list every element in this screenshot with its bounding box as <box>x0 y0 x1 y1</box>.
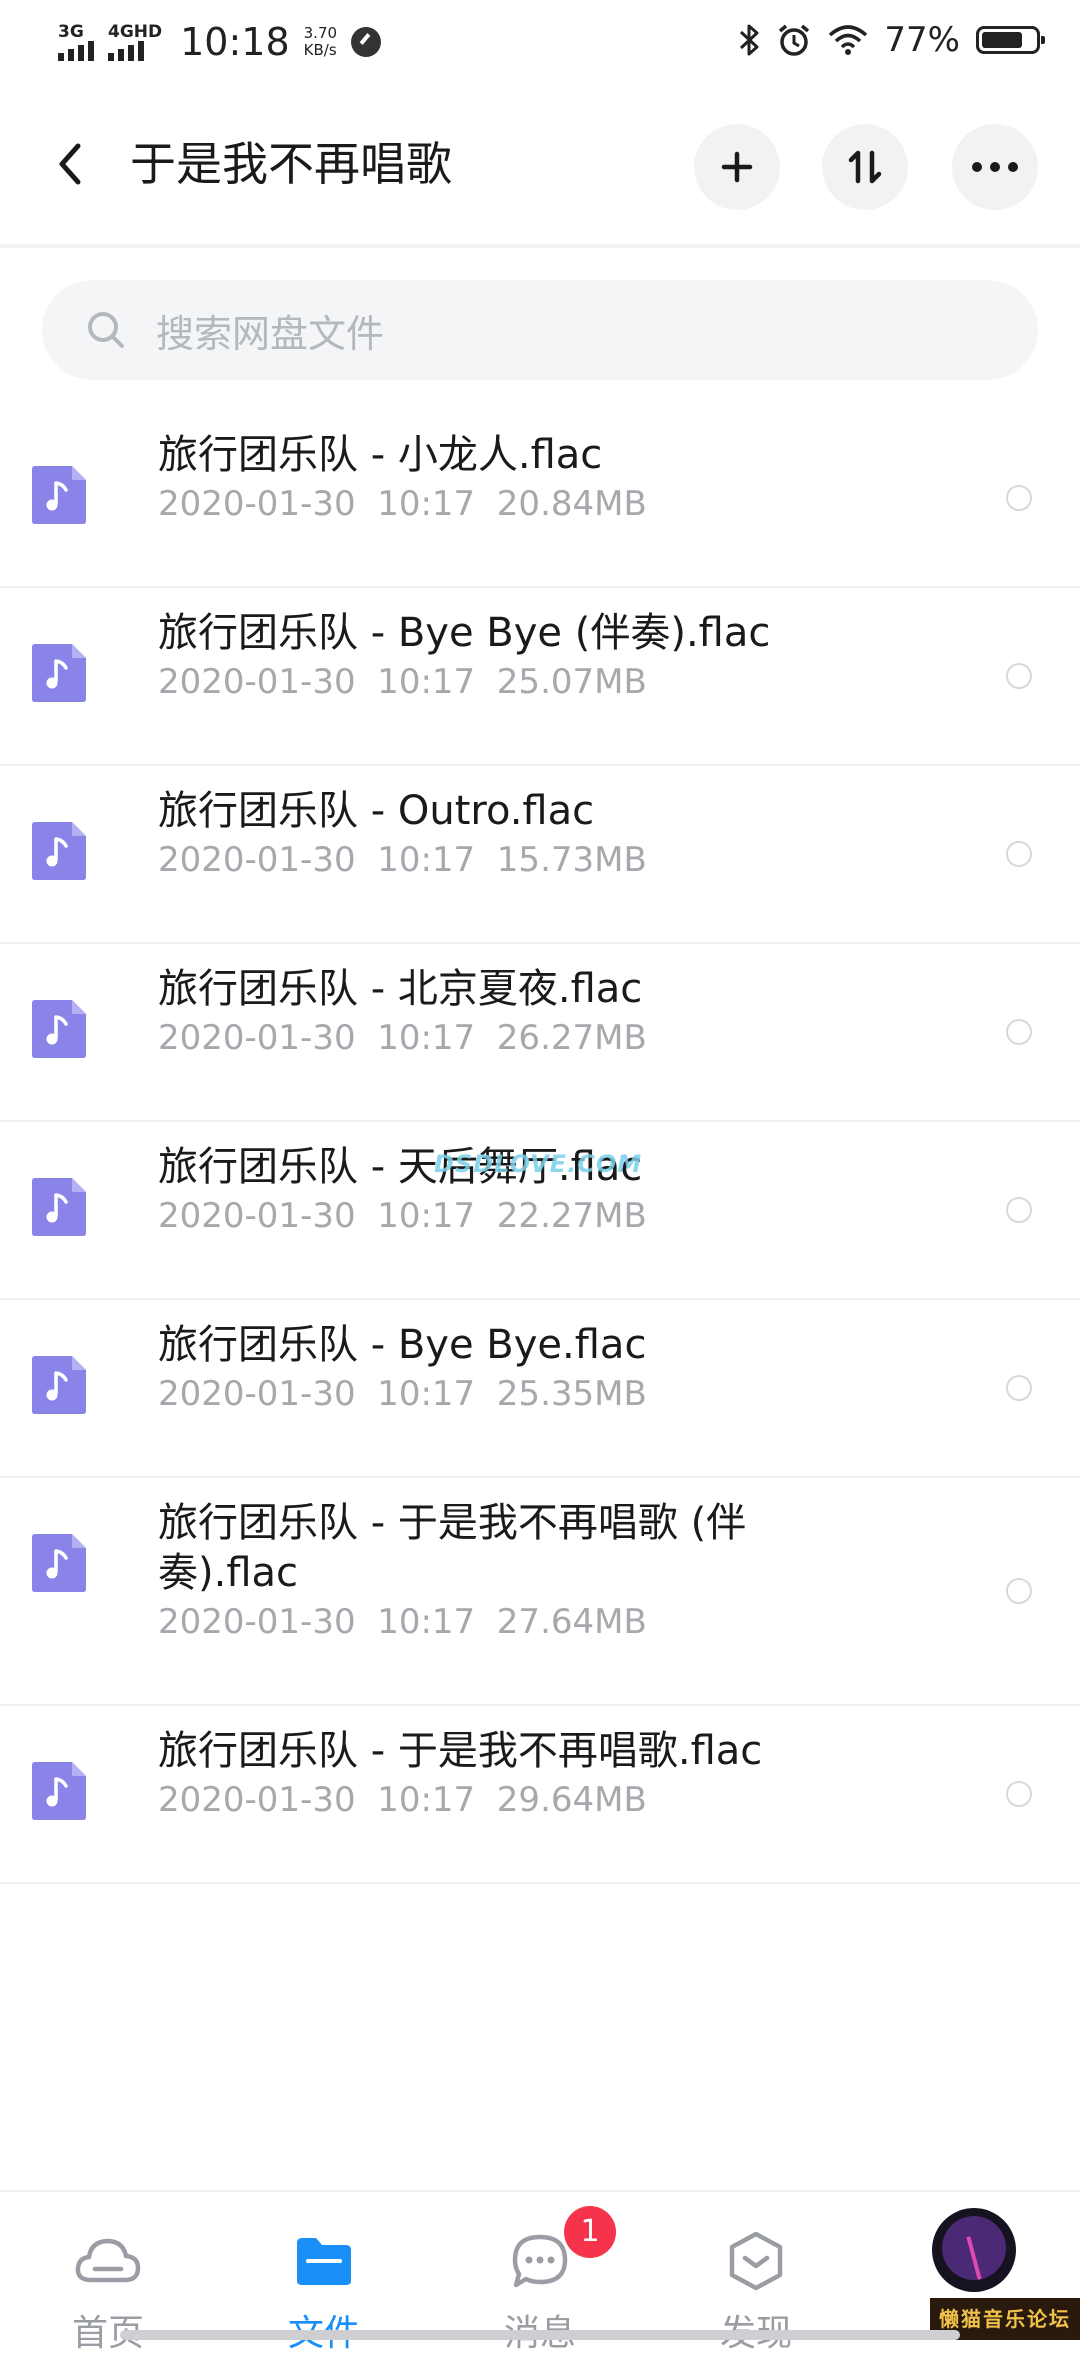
page-title: 于是我不再唱歌 <box>130 137 452 191</box>
alarm-icon <box>779 24 810 56</box>
network-speed-unit: KB/s <box>303 41 337 59</box>
select-radio[interactable] <box>1006 663 1032 689</box>
file-name: 旅行团乐队 - 于是我不再唱歌.flac <box>158 1728 763 1774</box>
file-text: 旅行团乐队 - Outro.flac 2020-01-30 10:17 15.73… <box>158 786 858 882</box>
file-row[interactable]: 旅行团乐队 - Bye Bye.flac 2020-01-30 10:17 25.… <box>0 1300 1080 1478</box>
wifi-icon <box>829 25 868 55</box>
sort-button[interactable] <box>822 124 908 210</box>
search-input[interactable]: 搜索网盘文件 <box>42 280 1038 380</box>
more-button[interactable] <box>952 124 1038 210</box>
home-indicator[interactable] <box>120 2330 960 2340</box>
nav-files[interactable]: 文件 <box>216 2192 432 2354</box>
music-file-icon <box>32 1356 86 1414</box>
select-radio[interactable] <box>1006 485 1032 511</box>
status-bar: 3G 4GHD 10:18 3.70 KB/s 77% <box>0 0 1080 84</box>
file-row[interactable]: 旅行团乐队 - 天后舞厅.flac 2020-01-30 10:17 22.27M… <box>0 1122 1080 1300</box>
network-3g-label: 3G <box>58 22 84 42</box>
messages-badge: 1 <box>564 2206 616 2258</box>
network-3g: 3G <box>58 23 94 61</box>
file-name: 旅行团乐队 - Outro.flac <box>158 788 595 834</box>
file-name: 旅行团乐队 - Bye Bye.flac <box>158 1322 647 1368</box>
status-right: 77% <box>738 20 1045 60</box>
sort-icon <box>848 150 882 184</box>
file-meta: 2020-01-30 10:17 22.27MB <box>158 1196 647 1236</box>
music-file-icon <box>32 466 86 524</box>
file-row[interactable]: 旅行团乐队 - 于是我不再唱歌.flac 2020-01-30 10:17 29.… <box>0 1706 1080 1884</box>
file-meta: 2020-01-30 10:17 25.07MB <box>158 662 647 702</box>
select-radio[interactable] <box>1006 1375 1032 1401</box>
network-speed-value: 3.70 <box>303 24 338 42</box>
file-row[interactable]: 旅行团乐队 - Bye Bye (伴奏).flac 2020-01-30 10:1… <box>0 588 1080 766</box>
select-radio[interactable] <box>1006 1578 1032 1604</box>
file-text: 旅行团乐队 - 于是我不再唱歌 (伴奏).flac 2020-01-30 10:1… <box>158 1498 858 1644</box>
more-horizontal-icon <box>972 162 1018 172</box>
file-name: 旅行团乐队 - 于是我不再唱歌 (伴奏).flac <box>158 1500 747 1596</box>
music-file-icon <box>32 1178 86 1236</box>
signal-bars-icon <box>108 41 144 61</box>
music-file-icon <box>32 1000 86 1058</box>
search-icon <box>88 312 124 348</box>
select-radio[interactable] <box>1006 1019 1032 1045</box>
file-meta: 2020-01-30 10:17 15.73MB <box>158 840 647 880</box>
app-header: 于是我不再唱歌 <box>0 84 1080 244</box>
watermark: DSDLOVE.COM <box>434 1150 643 1178</box>
avatar[interactable] <box>932 2208 1016 2292</box>
chevron-left-icon <box>59 143 81 185</box>
nav-discover[interactable]: 发现 <box>648 2192 864 2354</box>
folder-icon <box>291 2228 357 2294</box>
network-4g: 4GHD <box>108 23 162 61</box>
file-meta: 2020-01-30 10:17 26.27MB <box>158 1018 647 1058</box>
file-meta: 2020-01-30 10:17 20.84MB <box>158 484 647 524</box>
battery-icon <box>976 26 1045 54</box>
network-4g-label: 4GHD <box>108 22 163 42</box>
add-button[interactable] <box>694 124 780 210</box>
file-row[interactable]: 旅行团乐队 - 小龙人.flac 2020-01-30 10:17 20.84MB <box>0 410 1080 588</box>
file-list: 旅行团乐队 - 小龙人.flac 2020-01-30 10:17 20.84MB… <box>0 410 1080 1884</box>
file-meta: 2020-01-30 10:17 27.64MB <box>158 1602 647 1642</box>
bluetooth-icon <box>740 24 759 56</box>
file-row[interactable]: 旅行团乐队 - 北京夏夜.flac 2020-01-30 10:17 26.27M… <box>0 944 1080 1122</box>
network-speed: 3.70 KB/s <box>304 25 337 59</box>
nav-messages[interactable]: 消息 <box>432 2192 648 2354</box>
file-text: 旅行团乐队 - Bye Bye.flac 2020-01-30 10:17 25.… <box>158 1320 858 1416</box>
music-file-icon <box>32 822 86 880</box>
bottom-nav: 首页 文件 消息 发现 <box>0 2190 1080 2354</box>
file-name: 旅行团乐队 - 北京夏夜.flac <box>158 966 643 1012</box>
file-name: 旅行团乐队 - 小龙人.flac <box>158 432 603 478</box>
file-name: 旅行团乐队 - Bye Bye (伴奏).flac <box>158 610 771 656</box>
file-text: 旅行团乐队 - 小龙人.flac 2020-01-30 10:17 20.84MB <box>158 430 858 526</box>
file-meta: 2020-01-30 10:17 29.64MB <box>158 1780 647 1820</box>
file-text: 旅行团乐队 - 北京夏夜.flac 2020-01-30 10:17 26.27M… <box>158 964 858 1060</box>
chat-bubble-icon <box>507 2228 573 2294</box>
status-time: 10:18 <box>180 20 290 64</box>
battery-fill <box>982 32 1022 48</box>
cloud-icon <box>75 2228 141 2294</box>
status-left: 3G 4GHD 10:18 3.70 KB/s <box>58 20 382 64</box>
discover-icon <box>723 2228 789 2294</box>
music-file-icon <box>32 1762 86 1820</box>
back-button[interactable] <box>50 134 90 194</box>
battery-percent: 77% <box>884 20 960 60</box>
file-text: 旅行团乐队 - 于是我不再唱歌.flac 2020-01-30 10:17 29.… <box>158 1726 858 1822</box>
file-row[interactable]: 旅行团乐队 - 于是我不再唱歌 (伴奏).flac 2020-01-30 10:1… <box>0 1478 1080 1706</box>
music-file-icon <box>32 644 86 702</box>
file-row[interactable]: 旅行团乐队 - Outro.flac 2020-01-30 10:17 15.73… <box>0 766 1080 944</box>
select-radio[interactable] <box>1006 1197 1032 1223</box>
file-meta: 2020-01-30 10:17 25.35MB <box>158 1374 647 1414</box>
nav-home[interactable]: 首页 <box>0 2192 216 2354</box>
select-radio[interactable] <box>1006 841 1032 867</box>
signal-bars-icon <box>58 41 94 61</box>
plus-icon <box>721 151 753 183</box>
file-text: 旅行团乐队 - Bye Bye (伴奏).flac 2020-01-30 10:1… <box>158 608 858 704</box>
search-placeholder: 搜索网盘文件 <box>156 311 385 356</box>
select-radio[interactable] <box>1006 1781 1032 1807</box>
header-divider <box>0 244 1080 248</box>
speed-meter-icon <box>351 27 382 57</box>
music-file-icon <box>32 1534 86 1592</box>
